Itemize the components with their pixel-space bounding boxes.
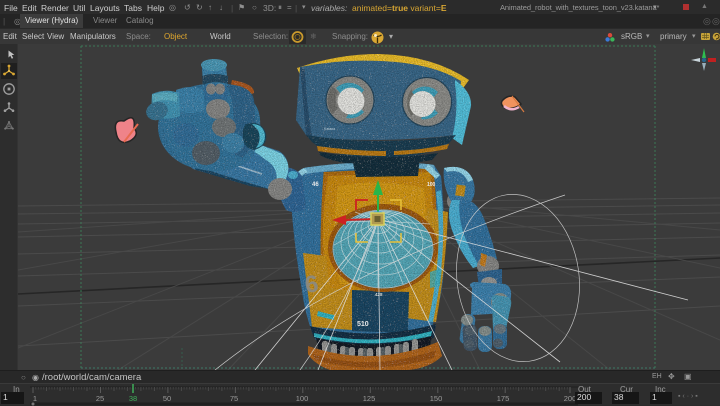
svg-text:510: 510 xyxy=(357,321,369,328)
svg-text:125: 125 xyxy=(363,394,376,403)
svg-text:1: 1 xyxy=(33,394,37,403)
svg-text:25: 25 xyxy=(96,394,104,403)
svg-text:46: 46 xyxy=(312,182,319,188)
svg-text:Katana: Katana xyxy=(324,127,335,131)
svg-text:100: 100 xyxy=(296,394,309,403)
svg-text:38: 38 xyxy=(129,394,137,403)
svg-text:75: 75 xyxy=(230,394,238,403)
svg-text:428: 428 xyxy=(375,292,383,297)
svg-text:150: 150 xyxy=(430,394,443,403)
svg-text:100: 100 xyxy=(427,182,436,188)
svg-text:175: 175 xyxy=(497,394,510,403)
svg-text:50: 50 xyxy=(163,394,171,403)
